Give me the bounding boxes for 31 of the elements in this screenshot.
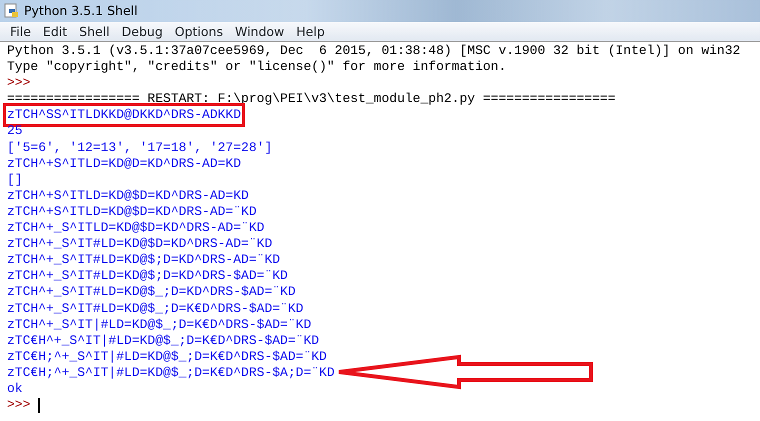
output-line: zTCH^+_S^IT|#LD=KD@$_;D=K€D^DRS-$AD=¨KD	[7, 316, 312, 333]
output-line: zTCH^+S^ITLD=KD@$D=KD^DRS-AD=KD	[7, 188, 249, 204]
output-line: zTCH^+_S^IT#LD=KD@$D=KD^DRS-AD=¨KD	[7, 236, 272, 252]
output-line: ================= RESTART: F:\prog\PEI\v3\test_module_ph2.py =================	[7, 91, 616, 108]
output-line: zTC€H;^+_S^IT|#LD=KD@$_;D=K€D^DRS-$AD=¨KD	[7, 348, 327, 365]
python-icon	[4, 3, 20, 19]
output-line: zTC€H;^+_S^IT|#LD=KD@$_;D=K€D^DRS-$A;D=¨KD	[7, 364, 335, 381]
output-line: zTCH^+_S^ITLD=KD@$D=KD^DRS-AD=¨KD	[7, 220, 264, 236]
output-line: zTCH^+_S^IT#LD=KD@$_;D=K€D^DRS-$AD=¨KD	[7, 300, 304, 317]
output-line: zTCH^+S^ITLD=KD@$D=KD^DRS-AD=¨KD	[7, 204, 257, 220]
output-line: zTCH^+_S^IT#LD=KD@$_;D=KD^DRS-$AD=¨KD	[7, 284, 296, 300]
menu-item[interactable]: Options	[168, 22, 229, 41]
menu-item[interactable]: Edit	[36, 22, 74, 41]
prompt-text: >>>	[7, 75, 30, 92]
output-line: Type "copyright", "credits" or "license()" for more information.	[7, 59, 506, 76]
output-line: zTCH^+_S^IT#LD=KD@$;D=KD^DRS-$AD=¨KD	[7, 268, 288, 284]
menu-item[interactable]: File	[4, 22, 37, 41]
output-line: ok	[7, 380, 23, 398]
output-line: zTCH^+S^ITLD=KD@D=KD^DRS-AD=KD	[7, 156, 242, 172]
menu-item[interactable]: Shell	[73, 22, 116, 41]
output-line: zTCH^+_S^IT#LD=KD@$;D=KD^DRS-AD=¨KD	[7, 252, 280, 268]
window-title: Python 3.5.1 Shell	[24, 2, 138, 20]
output-line: Python 3.5.1 (v3.5.1:37a07cee5969, Dec 6 2015, 01:38:48) [MSC v.1900 32 bit (Intel)] on win32	[7, 43, 740, 60]
output-line: []	[7, 172, 23, 188]
menu-item[interactable]: Help	[290, 22, 331, 41]
output-line: zTC€H^+_S^IT|#LD=KD@$_;D=K€D^DRS-$AD=¨KD	[7, 332, 320, 349]
menu-item[interactable]: Window	[228, 22, 290, 41]
output-line: 25	[7, 123, 23, 140]
prompt-text: >>>	[7, 397, 30, 414]
menu-item[interactable]: Debug	[116, 22, 169, 41]
output-line: ['5=6', '12=13', '17=18', '27=28']	[7, 140, 272, 156]
